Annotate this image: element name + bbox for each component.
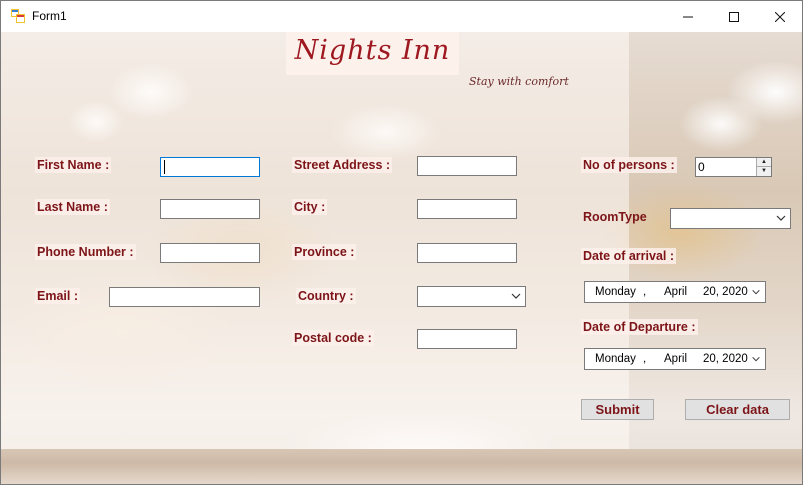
number-of-persons-spinner[interactable]: 0 ▲ ▼ [695,157,772,177]
tagline: Stay with comfort [469,75,569,88]
background-overlay [1,32,629,449]
country-label: Country : [296,288,356,304]
arrival-date-picker[interactable]: Monday , April 20, 2020 [584,281,766,303]
chevron-down-icon [752,356,760,362]
arrival-separator: , [643,286,647,298]
minimize-button[interactable] [665,1,711,32]
close-icon [775,11,785,22]
departure-separator: , [643,353,647,365]
city-input[interactable] [417,199,517,219]
form-client-area: Nights Inn Stay with comfort First Name … [1,32,802,484]
postal-code-label: Postal code : [292,330,374,346]
departure-day-year: 20, 2020 [703,353,748,365]
close-button[interactable] [757,1,803,32]
arrival-weekday: Monday [595,286,636,298]
departure-month: April [664,353,688,365]
province-label: Province : [292,244,357,260]
minimize-icon [683,16,693,17]
number-of-persons-label: No of persons : [581,157,677,173]
first-name-input[interactable] [160,157,260,177]
street-address-label: Street Address : [292,157,393,173]
date-of-arrival-label: Date of arrival : [581,248,677,264]
arrow-down-icon: ▼ [761,168,767,174]
hotel-logo: Nights Inn [294,35,451,66]
province-input[interactable] [417,243,517,263]
number-of-persons-value: 0 [698,160,705,174]
chevron-down-icon [776,215,786,221]
phone-number-input[interactable] [160,243,260,263]
postal-code-input[interactable] [417,329,517,349]
submit-button[interactable]: Submit [581,399,654,420]
email-input[interactable] [109,287,260,307]
departure-date-picker[interactable]: Monday , April 20, 2020 [584,348,766,370]
arrival-month: April [664,286,688,298]
background-strip [1,449,802,484]
title-bar: Form1 [1,1,802,32]
email-label: Email : [35,288,80,304]
spin-down-button[interactable]: ▼ [757,167,771,176]
room-type-dropdown[interactable] [670,208,791,229]
country-dropdown[interactable] [417,286,526,307]
chevron-down-icon [752,289,760,295]
app-window: Form1 Nights Inn Stay with comfort First… [0,0,803,485]
phone-number-label: Phone Number : [35,244,136,260]
maximize-icon [729,11,739,22]
street-address-input[interactable] [417,156,517,176]
logo-panel: Nights Inn [286,32,459,75]
first-name-label: First Name : [35,157,112,173]
arrival-day-year: 20, 2020 [703,286,748,298]
spin-up-button[interactable]: ▲ [757,158,771,167]
app-icon [11,9,25,23]
date-of-departure-label: Date of Departure : [581,319,698,335]
room-type-label: RoomType [583,210,647,224]
spinner-buttons: ▲ ▼ [756,158,771,176]
maximize-button[interactable] [711,1,757,32]
departure-weekday: Monday [595,353,636,365]
chevron-down-icon [511,293,521,299]
text-caret [164,160,165,174]
last-name-label: Last Name : [35,199,110,215]
clear-data-button[interactable]: Clear data [685,399,790,420]
window-title: Form1 [32,9,67,23]
city-label: City : [292,199,328,215]
arrow-up-icon: ▲ [761,159,767,165]
last-name-input[interactable] [160,199,260,219]
